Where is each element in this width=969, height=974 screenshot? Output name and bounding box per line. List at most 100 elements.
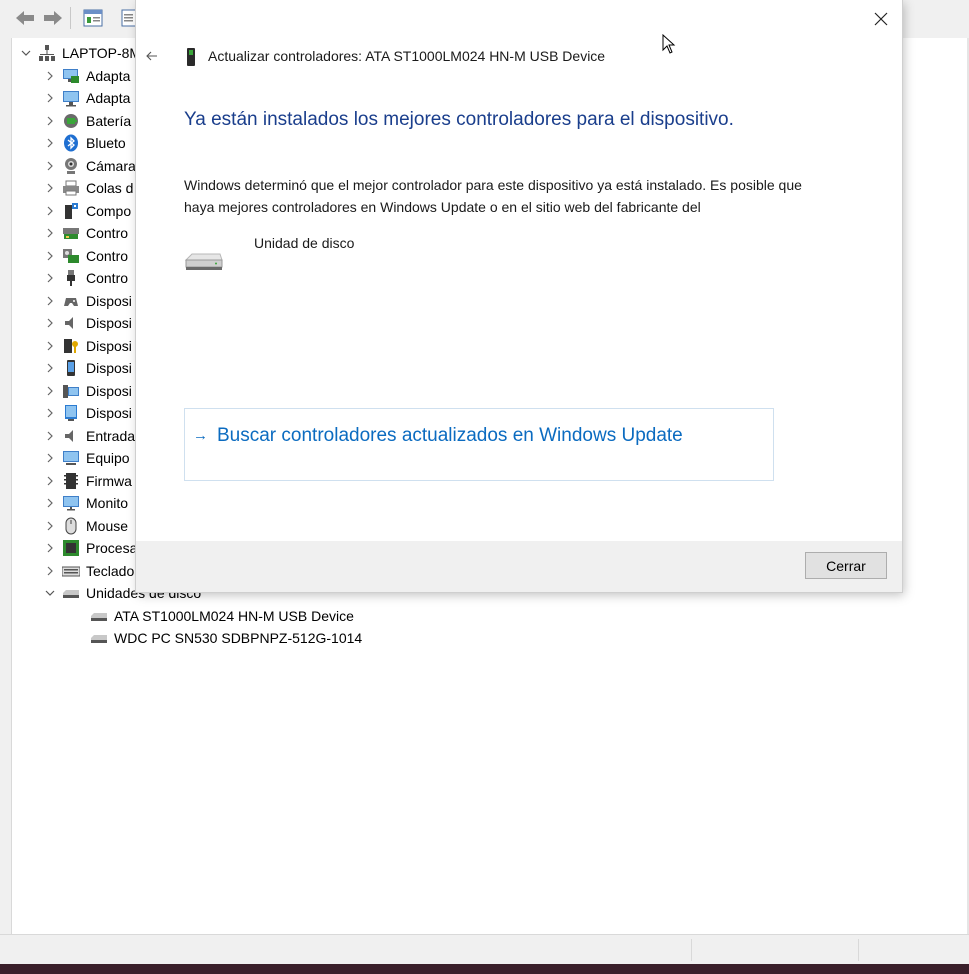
forward-icon[interactable] — [42, 8, 64, 28]
keyboard-icon — [61, 562, 81, 580]
chevron-right-icon[interactable] — [42, 290, 58, 312]
arrow-right-icon: → — [193, 427, 208, 444]
status-cell — [858, 939, 969, 961]
chevron-right-icon[interactable] — [42, 200, 58, 222]
tree-root-computer[interactable]: LAPTOP-8M — [18, 42, 141, 64]
bluetooth-icon — [62, 134, 80, 152]
back-icon[interactable] — [14, 8, 36, 28]
dialog-body-text: Windows determinó que el mejor controlad… — [184, 177, 802, 215]
tree-category[interactable]: Procesa — [42, 537, 137, 559]
chevron-down-icon[interactable] — [18, 42, 34, 64]
tree-category[interactable]: Disposi — [42, 290, 132, 312]
tree-device-item[interactable]: ATA ST1000LM024 HN-M USB Device — [86, 605, 354, 627]
chevron-right-icon[interactable] — [42, 177, 58, 199]
chevron-right-icon[interactable] — [42, 425, 58, 447]
category-label: Disposi — [86, 383, 132, 399]
chevron-right-icon[interactable] — [42, 357, 58, 379]
chevron-right-icon[interactable] — [42, 132, 58, 154]
tree-category[interactable]: Colas d — [42, 177, 133, 199]
display-adapter-icon — [62, 89, 80, 107]
tree-category[interactable]: Contro — [42, 222, 128, 244]
monitor-icon — [62, 494, 80, 512]
chevron-right-icon[interactable] — [42, 65, 58, 87]
category-label: Colas d — [86, 180, 134, 196]
audio-input-icon — [62, 427, 80, 445]
tree-category[interactable]: Contro — [42, 267, 128, 289]
chevron-right-icon[interactable] — [42, 402, 58, 424]
tree-category[interactable]: Disposi — [42, 312, 132, 334]
software-component-icon — [62, 202, 80, 220]
tree-category[interactable]: Blueto — [42, 132, 126, 154]
tree-category[interactable]: Mouse — [42, 515, 128, 537]
audio-device-icon — [62, 314, 80, 332]
category-label: Blueto — [86, 135, 126, 151]
disk-drive-icon — [184, 248, 224, 274]
tree-category[interactable]: Adapta — [42, 65, 130, 87]
chevron-right-icon[interactable] — [42, 245, 58, 267]
tree-category[interactable]: Disposi — [42, 335, 132, 357]
back-arrow-icon[interactable] — [146, 46, 164, 66]
tree-category[interactable]: Equipo — [42, 447, 130, 469]
close-button[interactable]: Cerrar — [805, 552, 887, 579]
category-label: Teclado — [86, 563, 135, 579]
category-label: Contro — [86, 248, 129, 264]
tree-category[interactable]: Firmwa — [42, 470, 132, 492]
chevron-right-icon[interactable] — [42, 87, 58, 109]
mouse-cursor-icon — [662, 33, 676, 59]
tree-category[interactable]: Compo — [42, 200, 131, 222]
category-label: Adapta — [86, 90, 131, 106]
chevron-right-icon[interactable] — [42, 312, 58, 334]
tree-category[interactable]: Disposi — [42, 357, 132, 379]
usb-controller-icon — [62, 269, 80, 287]
chevron-right-icon[interactable] — [42, 470, 58, 492]
device-type-label: Unidad de disco — [254, 235, 355, 251]
dialog-title: Actualizar controladores: ATA ST1000LM02… — [208, 48, 606, 64]
category-label: Disposi — [86, 405, 132, 421]
chevron-right-icon[interactable] — [42, 492, 58, 514]
processor-icon — [62, 539, 80, 557]
category-label: Disposi — [86, 338, 132, 354]
chevron-right-icon[interactable] — [42, 155, 58, 177]
storage-controller-icon — [62, 224, 80, 242]
sound-controller-icon — [62, 247, 80, 265]
chevron-down-icon[interactable] — [42, 582, 58, 604]
dialog-headline: Ya están instalados los mejores controla… — [184, 109, 734, 130]
tree-category[interactable]: Adapta — [42, 87, 130, 109]
category-label: Disposi — [86, 293, 132, 309]
tree-category[interactable]: Teclado — [42, 560, 134, 582]
network-adapter-icon — [62, 67, 80, 85]
category-label: Cámara — [86, 158, 136, 174]
category-label: Monito — [86, 495, 129, 511]
chevron-right-icon[interactable] — [42, 515, 58, 537]
chevron-right-icon[interactable] — [42, 110, 58, 132]
battery-icon — [62, 112, 80, 130]
tree-device-item[interactable]: WDC PC SN530 SDBPNPZ-512G-1014 — [86, 627, 362, 649]
device-label: ATA ST1000LM024 HN-M USB Device — [114, 608, 354, 624]
computer-icon — [62, 449, 80, 467]
chevron-right-icon[interactable] — [42, 380, 58, 402]
tree-category[interactable]: Monito — [42, 492, 128, 514]
tree-category[interactable]: Entrada — [42, 425, 135, 447]
tree-category[interactable]: Disposi — [42, 402, 132, 424]
status-cell — [691, 939, 858, 961]
tree-category[interactable]: Batería — [42, 110, 131, 132]
tree-category[interactable]: Contro — [42, 245, 128, 267]
chevron-right-icon[interactable] — [42, 560, 58, 582]
chevron-right-icon[interactable] — [42, 335, 58, 357]
computer-name: LAPTOP-8M — [62, 45, 142, 61]
chevron-right-icon[interactable] — [42, 537, 58, 559]
close-icon[interactable] — [866, 6, 896, 32]
chevron-right-icon[interactable] — [42, 222, 58, 244]
update-driver-dialog: Actualizar controladores: ATA ST1000LM02… — [136, 0, 902, 592]
tree-category[interactable]: Disposi — [42, 380, 132, 402]
computer-network-icon — [38, 44, 56, 62]
tree-category[interactable]: Cámara — [42, 155, 136, 177]
hid-device-icon — [62, 292, 80, 310]
chevron-right-icon[interactable] — [42, 447, 58, 469]
chevron-right-icon[interactable] — [42, 267, 58, 289]
taskbar — [0, 964, 969, 974]
dialog-footer: Cerrar — [136, 541, 902, 592]
windows-update-link[interactable]: → Buscar controladores actualizados en W… — [184, 408, 774, 481]
printer-icon — [62, 179, 80, 197]
properties-icon[interactable] — [82, 8, 104, 28]
